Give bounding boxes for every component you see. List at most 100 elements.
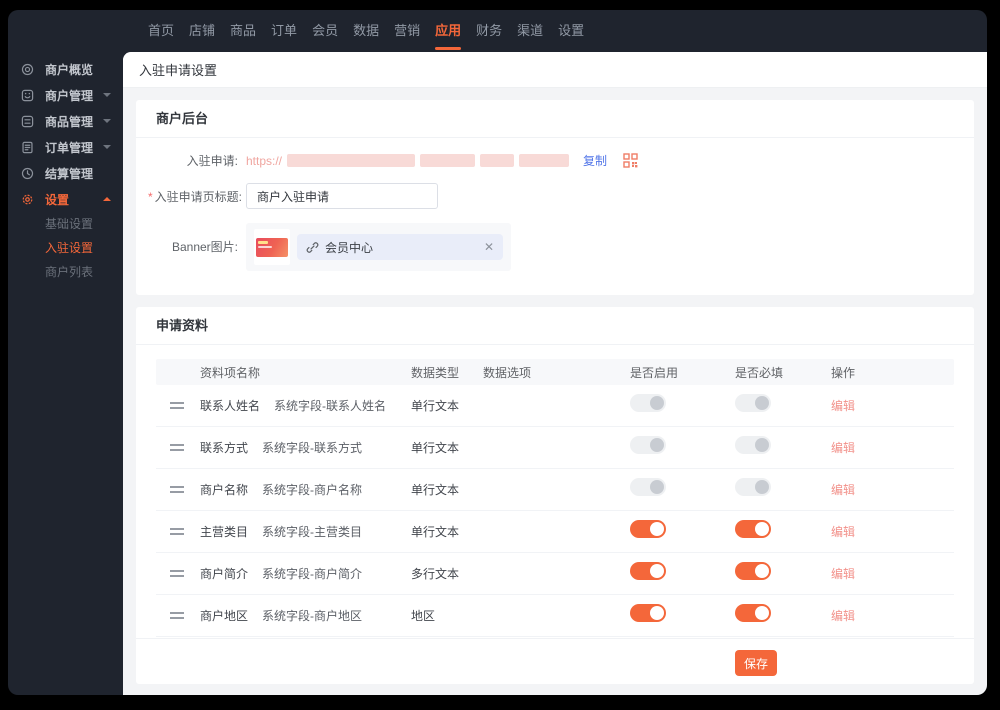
required-toggle[interactable] [735, 436, 771, 454]
nav-item-商品[interactable]: 商品 [230, 10, 256, 52]
overview-icon [20, 62, 34, 76]
required-toggle[interactable] [735, 562, 771, 580]
settings-icon [20, 192, 34, 206]
table-row: 联系人姓名 系统字段-联系人姓名 单行文本 编辑 [156, 385, 954, 427]
merchant-icon [20, 88, 34, 102]
edit-link[interactable]: 编辑 [831, 441, 855, 455]
field-name: 商户简介 [200, 567, 249, 581]
enable-toggle[interactable] [630, 478, 666, 496]
sidebar-item-label: 结算管理 [45, 166, 94, 181]
sidebar-subitem-入驻设置[interactable]: 入驻设置 [8, 236, 123, 260]
sidebar-item-label: 订单管理 [45, 140, 94, 155]
page-title-field-row: * 入驻申请页标题: [148, 183, 962, 209]
nav-item-首页[interactable]: 首页 [148, 10, 174, 52]
toggle-knob [650, 522, 664, 536]
drag-handle[interactable] [170, 402, 184, 409]
drag-handle[interactable] [170, 444, 184, 451]
field-data-type: 单行文本 [411, 525, 460, 539]
sidebar-subitem-商户列表[interactable]: 商户列表 [8, 260, 123, 284]
drag-handle[interactable] [170, 570, 184, 577]
enable-toggle[interactable] [630, 604, 666, 622]
edit-link[interactable]: 编辑 [831, 567, 855, 581]
close-icon[interactable]: ✕ [484, 241, 494, 253]
nav-item-财务[interactable]: 财务 [476, 10, 502, 52]
field-system-label: 系统字段-商户名称 [262, 483, 363, 497]
drag-handle[interactable] [170, 486, 184, 493]
sidebar-subitem-基础设置[interactable]: 基础设置 [8, 212, 123, 236]
drag-handle[interactable] [170, 528, 184, 535]
required-asterisk: * [148, 189, 153, 204]
nav-item-数据[interactable]: 数据 [353, 10, 379, 52]
chevron-down-icon [103, 119, 111, 123]
toggle-knob [755, 522, 769, 536]
field-data-type: 单行文本 [411, 441, 460, 455]
sidebar-item-结算管理[interactable]: 结算管理 [8, 160, 123, 186]
field-name: 联系人姓名 [200, 399, 261, 413]
section-title-merchant-backend: 商户后台 [136, 100, 974, 138]
sidebar-item-商品管理[interactable]: 商品管理 [8, 108, 123, 134]
main-content: 入驻申请设置 商户后台 入驻申请: https:// 复制 * 入驻申请页标题:… [123, 52, 987, 695]
edit-link[interactable]: 编辑 [831, 609, 855, 623]
nav-item-营销[interactable]: 营销 [394, 10, 420, 52]
toggle-knob [755, 396, 769, 410]
order-icon [20, 140, 34, 154]
toggle-knob [650, 480, 664, 494]
banner-link-pill[interactable]: 会员中心 ✕ [297, 234, 503, 260]
edit-link[interactable]: 编辑 [831, 399, 855, 413]
field-system-label: 系统字段-联系人姓名 [274, 399, 387, 413]
nav-item-店铺[interactable]: 店铺 [189, 10, 215, 52]
field-data-type: 单行文本 [411, 483, 460, 497]
table-row: 联系方式 系统字段-联系方式 单行文本 编辑 [156, 427, 954, 469]
sidebar-item-设置[interactable]: 设置 [8, 186, 123, 212]
field-system-label: 系统字段-商户简介 [262, 567, 363, 581]
sidebar-item-订单管理[interactable]: 订单管理 [8, 134, 123, 160]
sidebar-item-商户概览[interactable]: 商户概览 [8, 56, 123, 82]
banner-label: Banner图片: [171, 240, 238, 254]
page-title-input[interactable] [246, 183, 438, 209]
toggle-knob [650, 396, 664, 410]
nav-item-应用[interactable]: 应用 [435, 10, 461, 52]
banner-image [256, 237, 288, 257]
edit-link[interactable]: 编辑 [831, 525, 855, 539]
sidebar-item-label: 商户管理 [45, 88, 94, 103]
url-prefix: https:// [246, 153, 283, 168]
app-window: 首页 店铺 商品 订单 会员 数据 营销 应用 财务 渠道 设置 商户概览 商户管理 商品管理 订单管理结… [8, 10, 987, 695]
table-row: 主营类目 系统字段-主营类目 单行文本 编辑 [156, 511, 954, 553]
drag-handle[interactable] [170, 612, 184, 619]
banner-thumbnail[interactable] [254, 229, 290, 265]
nav-item-渠道[interactable]: 渠道 [517, 10, 543, 52]
enable-toggle[interactable] [630, 394, 666, 412]
copy-link-button[interactable]: 复制 [583, 152, 607, 169]
header-field-name: 资料项名称 [200, 365, 261, 380]
nav-item-设置[interactable]: 设置 [558, 10, 584, 52]
redacted-url-segment [519, 154, 570, 167]
merchant-backend-card: 商户后台 入驻申请: https:// 复制 * 入驻申请页标题: 商户入驻申请… [136, 100, 974, 295]
banner-upload-box: 会员中心 ✕ [246, 223, 511, 271]
qr-code-icon[interactable] [623, 153, 638, 168]
nav-item-订单[interactable]: 订单 [271, 10, 297, 52]
required-toggle[interactable] [735, 520, 771, 538]
required-toggle[interactable] [735, 394, 771, 412]
save-button[interactable]: 保存 [735, 650, 778, 676]
required-toggle[interactable] [735, 478, 771, 496]
sidebar-submenu: 基础设置 入驻设置 商户列表 [8, 212, 123, 284]
required-toggle[interactable] [735, 604, 771, 622]
enable-toggle[interactable] [630, 562, 666, 580]
chevron-down-icon [103, 93, 111, 97]
edit-link[interactable]: 编辑 [831, 483, 855, 497]
header-enabled: 是否启用 [630, 365, 679, 380]
field-data-type: 地区 [411, 609, 436, 623]
enable-toggle[interactable] [630, 520, 666, 538]
chevron-down-icon [103, 145, 111, 149]
header-data-options: 数据选项 [483, 365, 532, 380]
field-name: 商户名称 [200, 483, 249, 497]
redacted-url-segment [480, 154, 515, 167]
fields-table: 资料项名称 数据类型 数据选项 是否启用 是否必填 操作 联系人姓名 系统字段-联… [156, 359, 954, 638]
nav-item-会员[interactable]: 会员 [312, 10, 338, 52]
sidebar-item-label: 商品管理 [45, 114, 94, 129]
table-row: 商户简介 系统字段-商户简介 多行文本 编辑 [156, 553, 954, 595]
header-required: 是否必填 [735, 365, 784, 380]
enable-toggle[interactable] [630, 436, 666, 454]
sidebar-item-商户管理[interactable]: 商户管理 [8, 82, 123, 108]
settlement-icon [20, 166, 34, 180]
